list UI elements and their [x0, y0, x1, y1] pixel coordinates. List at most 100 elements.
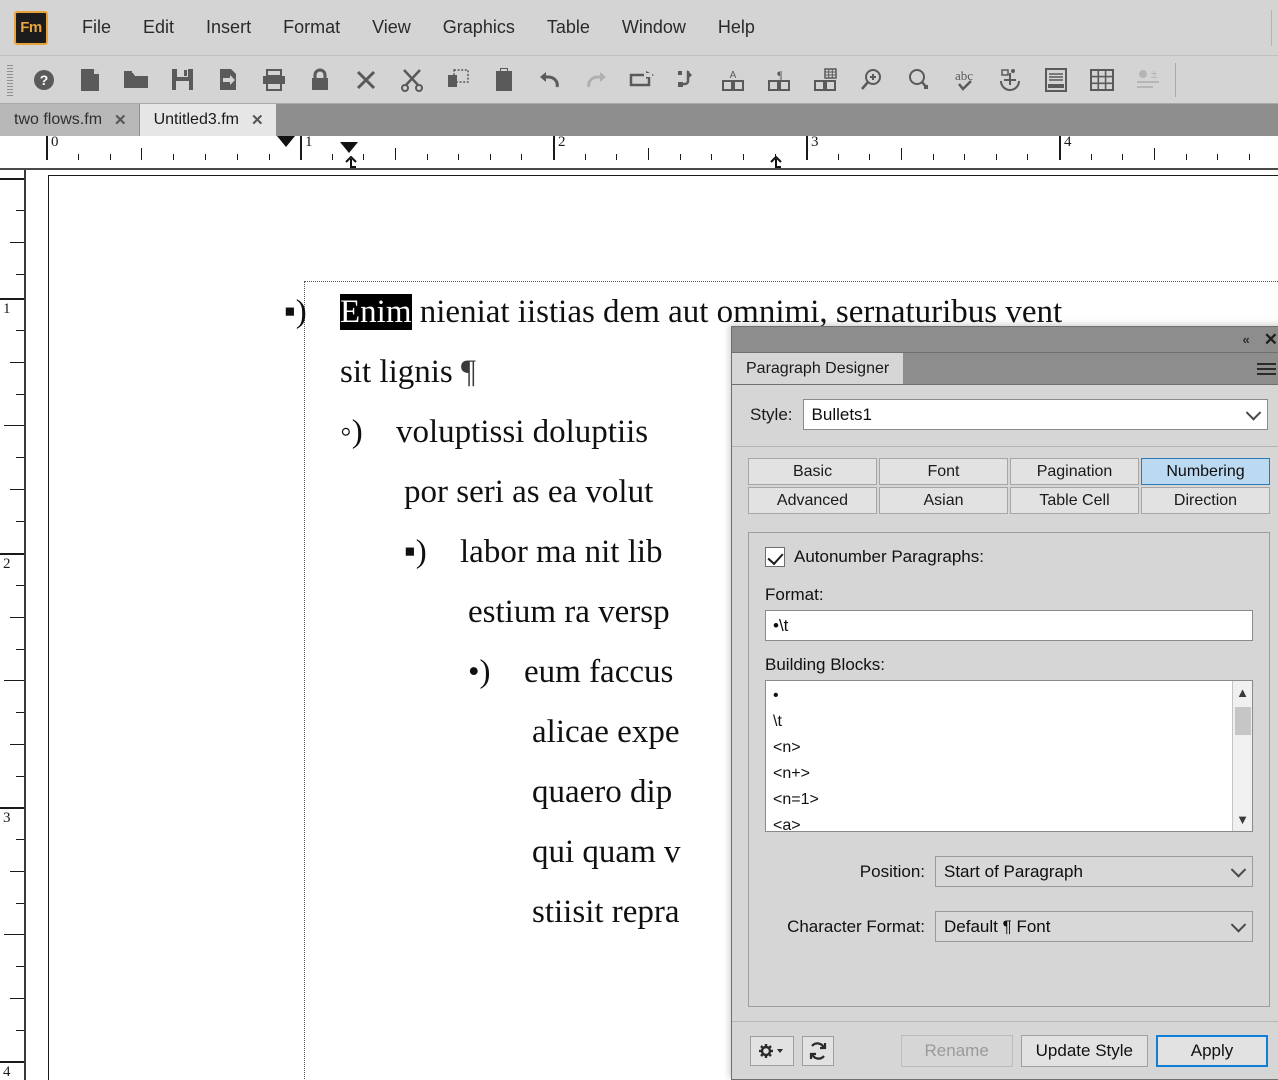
character-format-label: Character Format: — [787, 916, 925, 936]
tab-stop-marker[interactable] — [768, 155, 784, 168]
paragraph-designer-icon[interactable]: ¶ — [757, 59, 803, 101]
doc-tab-label: two flows.fm — [14, 111, 103, 128]
scrollbar-thumb[interactable] — [1235, 707, 1251, 735]
character-format-dropdown[interactable]: Default ¶ Font — [935, 911, 1253, 942]
line-text: eum faccus — [524, 654, 674, 690]
ruler-label: 3 — [811, 136, 819, 150]
collapse-icon[interactable]: « — [1243, 332, 1250, 347]
tab-advanced[interactable]: Advanced — [748, 487, 877, 514]
scroll-down-icon[interactable]: ▼ — [1236, 813, 1249, 826]
autonumber-label: Autonumber Paragraphs: — [794, 547, 984, 566]
undo-icon[interactable] — [527, 59, 573, 101]
chevron-down-icon[interactable] — [1230, 916, 1247, 933]
autonumber-checkbox[interactable] — [765, 547, 785, 567]
panel-menu-icon[interactable] — [1257, 353, 1278, 384]
menu-insert[interactable]: Insert — [190, 11, 267, 44]
character-format-row: Character Format: Default ¶ Font — [765, 911, 1253, 942]
list-item[interactable]: <n=1> — [773, 787, 1232, 813]
list-bullet: ▪) — [284, 294, 307, 330]
spell-check-icon[interactable]: abc — [941, 59, 987, 101]
menu-graphics[interactable]: Graphics — [427, 11, 531, 44]
character-designer-icon[interactable]: A — [711, 59, 757, 101]
tab-stop-marker[interactable] — [343, 155, 359, 168]
tab-basic[interactable]: Basic — [748, 458, 877, 485]
autonumber-row[interactable]: Autonumber Paragraphs: — [765, 547, 1253, 567]
line-text: labor ma nit lib — [460, 534, 663, 570]
horizontal-ruler[interactable]: 0 1 2 3 4 — [0, 136, 1278, 170]
close-icon[interactable]: ✕ — [114, 113, 127, 128]
lock-icon[interactable] — [297, 59, 343, 101]
tab-numbering[interactable]: Numbering — [1141, 458, 1270, 485]
insert-table-icon[interactable] — [1079, 59, 1125, 101]
line-text: por seri as ea volut — [404, 474, 654, 510]
menu-view[interactable]: View — [356, 11, 427, 44]
chevron-down-icon[interactable] — [1245, 404, 1262, 421]
list-bullet: •) — [468, 654, 491, 690]
zoom-in-icon[interactable] — [849, 59, 895, 101]
panel-title-bar[interactable]: « ✕ — [732, 327, 1278, 353]
format-input[interactable]: •\t — [765, 610, 1253, 641]
style-combobox[interactable]: Bullets1 — [802, 399, 1268, 430]
table-designer-icon[interactable] — [803, 59, 849, 101]
vruler-label: 3 — [3, 810, 11, 826]
position-dropdown[interactable]: Start of Paragraph — [935, 856, 1253, 887]
scroll-up-icon[interactable]: ▲ — [1236, 686, 1249, 699]
selected-text[interactable]: Enim — [340, 294, 412, 330]
listbox-scrollbar[interactable]: ▲ ▼ — [1232, 681, 1252, 831]
tab-table-cell[interactable]: Table Cell — [1010, 487, 1139, 514]
help-icon[interactable]: ? — [21, 59, 67, 101]
menu-help[interactable]: Help — [702, 11, 771, 44]
building-blocks-listbox[interactable]: • \t <n> <n+> <n=1> <a> ▲ ▼ — [765, 680, 1253, 832]
close-x-icon[interactable] — [343, 59, 389, 101]
zoom-out-icon[interactable] — [895, 59, 941, 101]
save-as-icon[interactable] — [205, 59, 251, 101]
tab-direction[interactable]: Direction — [1141, 487, 1270, 514]
toolbar-drag-handle[interactable] — [5, 62, 15, 97]
menu-table[interactable]: Table — [531, 11, 606, 44]
find-change-icon[interactable] — [665, 59, 711, 101]
text-frame-icon[interactable] — [1033, 59, 1079, 101]
copy-icon[interactable] — [435, 59, 481, 101]
list-item[interactable]: <n> — [773, 735, 1232, 761]
new-document-icon[interactable] — [67, 59, 113, 101]
print-icon[interactable] — [251, 59, 297, 101]
redo-arrow-icon[interactable] — [619, 59, 665, 101]
close-icon[interactable]: ✕ — [1264, 331, 1278, 348]
chevron-down-icon[interactable] — [1230, 861, 1247, 878]
tab-pagination[interactable]: Pagination — [1010, 458, 1139, 485]
menu-edit[interactable]: Edit — [127, 11, 190, 44]
list-item[interactable]: • — [773, 683, 1232, 709]
first-line-indent-marker[interactable] — [277, 136, 295, 147]
doc-tab-untitled3[interactable]: Untitled3.fm ✕ — [139, 104, 277, 136]
ruler-corner — [0, 136, 46, 168]
save-icon[interactable] — [159, 59, 205, 101]
property-tab-grid: Basic Font Pagination Numbering Advanced… — [748, 458, 1270, 514]
left-indent-marker[interactable] — [340, 142, 358, 153]
rename-button: Rename — [900, 1034, 1013, 1067]
open-folder-icon[interactable] — [113, 59, 159, 101]
list-item[interactable]: <a> — [773, 813, 1232, 831]
list-item[interactable]: \t — [773, 709, 1232, 735]
menu-format[interactable]: Format — [267, 11, 356, 44]
anchored-frame-icon[interactable] — [987, 59, 1033, 101]
paste-clipboard-icon[interactable] — [481, 59, 527, 101]
gear-dropdown-icon[interactable] — [750, 1035, 794, 1066]
tab-asian[interactable]: Asian — [879, 487, 1008, 514]
line-text: alicae expe — [532, 714, 680, 750]
close-icon[interactable]: ✕ — [251, 113, 264, 128]
tab-font[interactable]: Font — [879, 458, 1008, 485]
svg-text:A: A — [730, 70, 737, 81]
update-style-button[interactable]: Update Style — [1020, 1034, 1148, 1067]
refresh-icon[interactable] — [802, 1035, 834, 1066]
panel-tab-paragraph-designer[interactable]: Paragraph Designer — [732, 353, 904, 384]
ruler-inch-2: 2 — [553, 136, 566, 160]
doc-tab-two-flows[interactable]: two flows.fm ✕ — [0, 104, 140, 136]
line-text: qui quam v — [532, 834, 681, 870]
list-item[interactable]: <n+> — [773, 761, 1232, 787]
menu-window[interactable]: Window — [606, 11, 702, 44]
main-toolbar: ? A ¶ abc ± — [0, 56, 1278, 104]
apply-button[interactable]: Apply — [1156, 1034, 1268, 1067]
vertical-ruler[interactable]: 1 2 3 4 — [0, 170, 26, 1080]
menu-file[interactable]: File — [66, 11, 127, 44]
cut-scissors-icon[interactable] — [389, 59, 435, 101]
